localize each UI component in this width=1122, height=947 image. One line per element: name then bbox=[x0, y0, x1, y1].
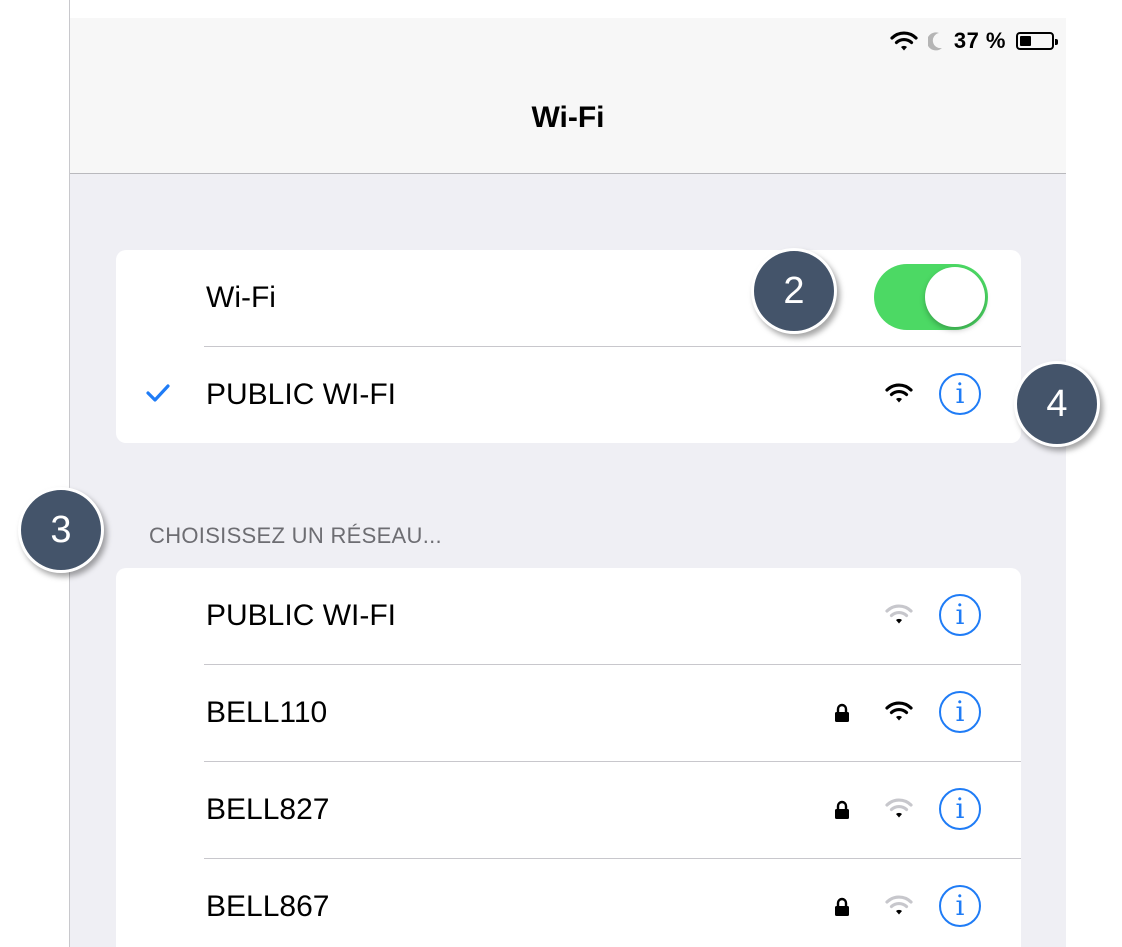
moon-icon bbox=[927, 31, 944, 51]
wifi-signal-icon bbox=[885, 700, 913, 727]
battery-icon bbox=[1016, 32, 1058, 50]
network-row[interactable]: BELL110 i bbox=[116, 665, 1021, 761]
wifi-toggle-label: Wi-Fi bbox=[206, 281, 276, 314]
lock-icon bbox=[834, 897, 850, 922]
network-row[interactable]: BELL827 i bbox=[116, 762, 1021, 858]
network-name: BELL827 bbox=[206, 793, 330, 826]
info-button[interactable]: i bbox=[939, 373, 981, 415]
wifi-signal-icon bbox=[885, 603, 913, 630]
network-name: BELL867 bbox=[206, 890, 330, 923]
info-button[interactable]: i bbox=[939, 885, 981, 927]
wifi-signal-icon bbox=[885, 894, 913, 921]
battery-cap bbox=[1055, 39, 1058, 45]
lock-icon bbox=[834, 800, 850, 825]
toggle-knob bbox=[925, 267, 985, 327]
wifi-toggle-row: Wi-Fi bbox=[116, 250, 1021, 346]
section-header: CHOISISSEZ UN RÉSEAU... bbox=[149, 523, 442, 548]
wifi-icon bbox=[890, 30, 918, 52]
network-name: BELL110 bbox=[206, 696, 328, 729]
network-name: PUBLIC WI-FI bbox=[206, 599, 397, 632]
battery-fill bbox=[1020, 36, 1031, 46]
wifi-toggle-group: Wi-Fi PUBLIC WI-FI i bbox=[116, 250, 1021, 443]
network-list: PUBLIC WI-FI i BELL110 i BELL827 i BELL8… bbox=[116, 568, 1021, 947]
info-button[interactable]: i bbox=[939, 691, 981, 733]
callout-badge-info: 4 bbox=[1014, 361, 1100, 447]
connected-network-row[interactable]: PUBLIC WI-FI i bbox=[116, 347, 1021, 443]
battery-percent: 37 % bbox=[953, 28, 1006, 53]
callout-badge-toggle: 2 bbox=[751, 248, 837, 334]
network-row[interactable]: BELL867 i bbox=[116, 859, 1021, 947]
settings-screen: 37 % Wi-Fi Wi-Fi PUBLIC WI-FI i CHOISISS… bbox=[70, 18, 1066, 947]
wifi-signal-icon bbox=[885, 382, 913, 409]
lock-icon bbox=[834, 703, 850, 728]
callout-badge-section: 3 bbox=[18, 487, 104, 573]
network-row[interactable]: PUBLIC WI-FI i bbox=[116, 568, 1021, 664]
connected-network-name: PUBLIC WI-FI bbox=[206, 378, 397, 411]
info-button[interactable]: i bbox=[939, 594, 981, 636]
wifi-signal-icon bbox=[885, 797, 913, 824]
info-button[interactable]: i bbox=[939, 788, 981, 830]
navigation-bar: 37 % Wi-Fi bbox=[70, 18, 1066, 174]
checkmark-icon bbox=[146, 383, 170, 408]
status-bar: 37 % bbox=[890, 26, 1058, 56]
wifi-toggle-switch[interactable] bbox=[874, 264, 988, 330]
page-title: Wi-Fi bbox=[531, 101, 605, 134]
